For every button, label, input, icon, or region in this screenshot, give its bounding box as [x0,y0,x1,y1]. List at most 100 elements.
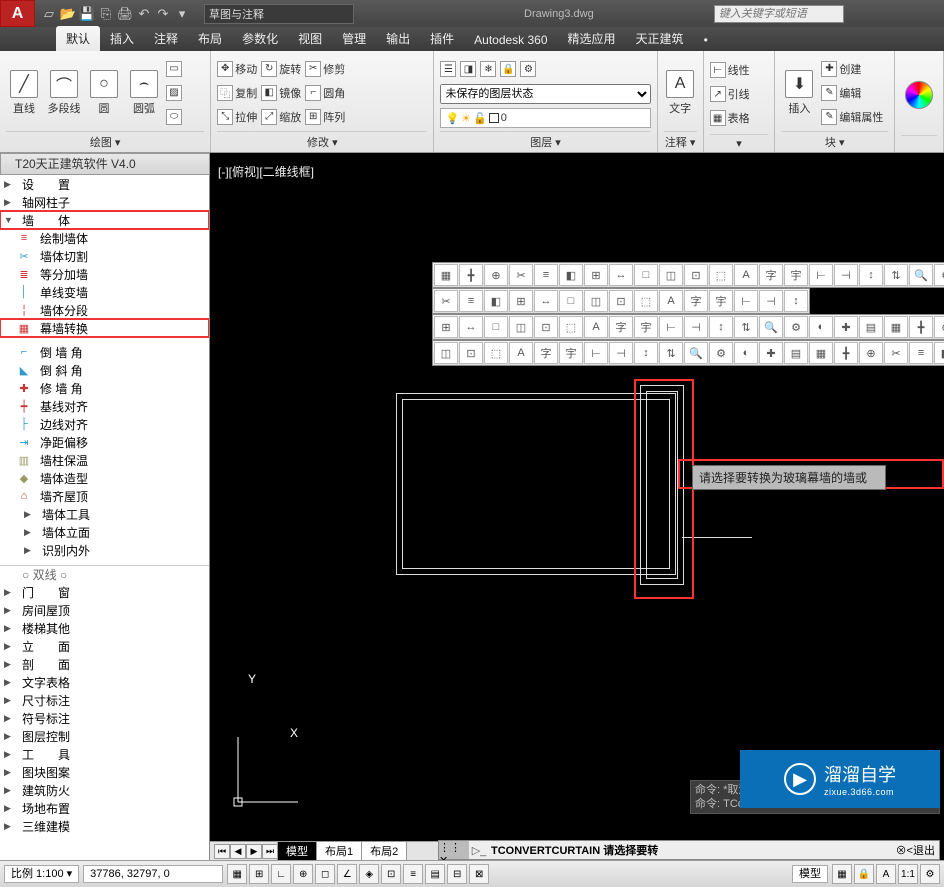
tab-output[interactable]: 输出 [376,26,420,51]
tab-layout1[interactable]: 布局1 [316,841,362,861]
circle-button[interactable]: ○圆 [86,70,122,116]
toolbar-button-icon[interactable]: ⊡ [534,316,558,338]
toolbar-button-icon[interactable]: ▤ [859,316,883,338]
qp-toggle-icon[interactable]: ⊟ [447,864,467,884]
tab-nav-next-icon[interactable]: ▶ [246,844,262,859]
toolbar-button-icon[interactable]: ◧ [934,342,944,364]
t20-item[interactable]: ╎墙体分段 [0,301,209,319]
t20-item[interactable]: ◆墙体造型 [0,469,209,487]
t20-item[interactable]: │单线变墙 [0,283,209,301]
status-a-icon[interactable]: A [876,864,896,884]
toolbar-button-icon[interactable]: ◧ [559,264,583,286]
cmdline-grip-icon[interactable]: ⋮⋮ ✕ [439,841,469,859]
t20-item[interactable]: ◣倒 斜 角 [0,361,209,379]
toolbar-button-icon[interactable]: A [659,290,683,312]
move-button[interactable]: ✥移动 [217,58,257,80]
tab-nav-first-icon[interactable]: ⏮ [214,844,230,859]
cmdline-exit[interactable]: ⊗<退出 [892,842,939,858]
toolbar-button-icon[interactable]: ⊢ [659,316,683,338]
block-create-button[interactable]: ✚创建 [821,58,883,80]
toolbar-button-icon[interactable]: ✂ [884,342,908,364]
tab-a360[interactable]: Autodesk 360 [464,29,557,51]
t20-item[interactable]: ▦幕墙转换 [0,319,209,337]
toolbar-button-icon[interactable]: ⇅ [734,316,758,338]
layer-states-icon[interactable]: ☰ [440,61,456,77]
toolbar-button-icon[interactable]: ↕ [784,290,808,312]
array-button[interactable]: ⊞阵列 [305,106,345,128]
t20-item[interactable]: ✚修 墙 角 [0,379,209,397]
layer-current-dropdown[interactable]: 💡 ☀ 🔓 0 [440,108,650,128]
toolbar-button-icon[interactable]: ⊣ [759,290,783,312]
tab-default[interactable]: 默认 [56,26,100,51]
tab-addins[interactable]: 插件 [420,26,464,51]
toolbar-button-icon[interactable]: ⊡ [459,342,483,364]
toolbar-button-icon[interactable]: ▤ [784,342,808,364]
t20-item[interactable]: ▶工 具 [0,745,209,763]
t20-item[interactable]: ▶符号标注 [0,709,209,727]
toolbar-button-icon[interactable]: ◫ [434,342,458,364]
toolbar-button-icon[interactable]: ⊢ [734,290,758,312]
toolbar-button-icon[interactable]: ↔ [459,316,483,338]
toolbar-button-icon[interactable]: ↕ [859,264,883,286]
floating-toolbar[interactable]: ▦╋⊕✂≡◧⊞↔□◫⊡⬚A字宇⊢⊣↕⇅🔍⚙◐✚▤ [432,262,944,288]
t20-item[interactable]: ▶尺寸标注 [0,691,209,709]
command-line[interactable]: ⋮⋮ ✕ ▷_ TCONVERTCURTAIN 请选择要转 ⊗<退出 [438,840,940,860]
qat-redo-icon[interactable]: ↷ [155,6,171,22]
toolbar-button-icon[interactable]: □ [484,316,508,338]
t20-item[interactable]: ▶文字表格 [0,673,209,691]
drawing-canvas[interactable]: [-][俯视][二维线框] 请选择要转换为玻璃幕墙的墙或 ▦╋⊕✂≡◧⊞↔□◫⊡… [210,153,944,860]
qat-undo-icon[interactable]: ↶ [136,6,152,22]
ducs-toggle-icon[interactable]: ◈ [359,864,379,884]
toolbar-button-icon[interactable]: 宇 [634,316,658,338]
t20-item[interactable]: ⌐倒 墙 角 [0,343,209,361]
toolbar-button-icon[interactable]: ⊕ [859,342,883,364]
toolbar-button-icon[interactable]: ✂ [509,264,533,286]
toolbar-button-icon[interactable]: ⬚ [484,342,508,364]
t20-item[interactable]: ▶剖 面 [0,655,209,673]
t20-item[interactable]: ▶识别内外 [0,541,209,559]
tab-nav-prev-icon[interactable]: ◀ [230,844,246,859]
toolbar-button-icon[interactable]: ⚙ [709,342,733,364]
toolbar-button-icon[interactable]: ⊢ [809,264,833,286]
toolbar-button-icon[interactable]: □ [634,264,658,286]
scale-button[interactable]: ⤢缩放 [261,106,301,128]
toolbar-button-icon[interactable]: A [509,342,533,364]
ellipse-button[interactable]: ⬭ [166,106,182,128]
toolbar-button-icon[interactable]: ⊣ [684,316,708,338]
hatch-button[interactable]: ▨ [166,82,182,104]
t20-item[interactable]: ▶三维建模 [0,817,209,835]
toolbar-button-icon[interactable]: 宇 [709,290,733,312]
layer-state-dropdown[interactable]: 未保存的图层状态 [440,84,650,104]
t20-item[interactable]: ▶墙体工具 [0,505,209,523]
panel-modify-title[interactable]: 修改 ▾ [217,131,427,152]
t20-item[interactable]: ▶建筑防火 [0,781,209,799]
t20-item[interactable]: ▥墙柱保温 [0,451,209,469]
toolbar-button-icon[interactable]: ⊣ [609,342,633,364]
qat-save-icon[interactable]: 💾 [79,6,95,22]
polar-toggle-icon[interactable]: ⊕ [293,864,313,884]
qat-plot-icon[interactable]: 🖨 [117,6,133,22]
toolbar-button-icon[interactable]: ⊣ [834,264,858,286]
toolbar-button-icon[interactable]: ⊕ [934,316,944,338]
toolbar-button-icon[interactable]: ⚙ [934,264,944,286]
lwt-toggle-icon[interactable]: ≡ [403,864,423,884]
colorwheel-icon[interactable] [905,81,933,109]
toolbar-button-icon[interactable]: 宇 [784,264,808,286]
toolbar-button-icon[interactable]: ▦ [884,316,908,338]
rect-button[interactable]: ▭ [166,58,182,80]
text-button[interactable]: A文字 [664,70,697,116]
tab-manage[interactable]: 管理 [332,26,376,51]
toolbar-button-icon[interactable]: 字 [534,342,558,364]
toolbar-button-icon[interactable]: ↕ [709,316,733,338]
layer-lock-icon[interactable]: 🔒 [500,61,516,77]
panel-props-title[interactable]: ▾ [710,134,769,152]
t20-item[interactable]: ▶场地布置 [0,799,209,817]
toolbar-button-icon[interactable]: 🔍 [759,316,783,338]
t20-item[interactable]: ┿基线对齐 [0,397,209,415]
toolbar-button-icon[interactable]: ↕ [634,342,658,364]
tab-parametric[interactable]: 参数化 [232,26,288,51]
floating-toolbar[interactable]: ✂≡◧⊞↔□◫⊡⬚A字宇⊢⊣↕ [432,288,810,314]
qat-more-icon[interactable]: ▾ [174,6,190,22]
sc-toggle-icon[interactable]: ⊠ [469,864,489,884]
toolbar-button-icon[interactable]: ◫ [659,264,683,286]
